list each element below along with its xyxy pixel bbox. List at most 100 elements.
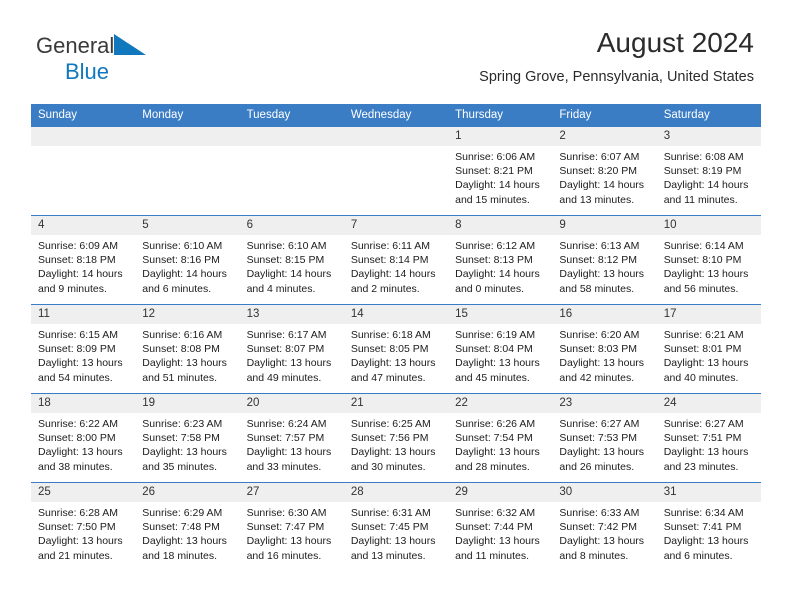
calendar-day-cell[interactable]: 18 Sunrise: 6:22 AM Sunset: 8:00 PM Dayligh… — [31, 393, 136, 483]
daylight-text-line1: Daylight: 14 hours — [38, 268, 123, 281]
day-details: Sunrise: 6:11 AM Sunset: 8:14 PM Daylight:… — [344, 235, 448, 296]
calendar-day-cell[interactable]: 9 Sunrise: 6:13 AM Sunset: 8:12 PM Daylight… — [552, 215, 657, 305]
title-block: August 2024 Spring Grove, Pennsylvania, … — [479, 27, 754, 85]
day-details: Sunrise: 6:10 AM Sunset: 8:16 PM Daylight:… — [135, 235, 239, 296]
calendar-day-cell[interactable]: 17 Sunrise: 6:21 AM Sunset: 8:01 PM Dayligh… — [656, 304, 761, 394]
day-details: Sunrise: 6:25 AM Sunset: 7:56 PM Daylight:… — [344, 413, 448, 474]
day-details: Sunrise: 6:23 AM Sunset: 7:58 PM Daylight:… — [135, 413, 239, 474]
calendar-day-cell[interactable]: 22 Sunrise: 6:26 AM Sunset: 7:54 PM Dayligh… — [448, 393, 553, 483]
sunset-text: Sunset: 8:10 PM — [663, 254, 742, 267]
daylight-text-line1: Daylight: 13 hours — [559, 535, 645, 548]
calendar-day-cell[interactable]: 20 Sunrise: 6:24 AM Sunset: 7:57 PM Dayligh… — [239, 393, 344, 483]
day-number: 8 — [448, 216, 553, 235]
page-subtitle: Spring Grove, Pennsylvania, United State… — [479, 68, 754, 85]
sunset-text: Sunset: 7:58 PM — [142, 432, 220, 445]
daylight-text-line2: and 49 minutes. — [246, 371, 322, 384]
day-details: Sunrise: 6:15 AM Sunset: 8:09 PM Daylight:… — [31, 324, 135, 385]
brand-logo[interactable]: General Blue — [36, 34, 148, 83]
daylight-text-line1: Daylight: 13 hours — [559, 268, 645, 281]
calendar-day-cell[interactable]: 21 Sunrise: 6:25 AM Sunset: 7:56 PM Dayligh… — [343, 393, 449, 483]
calendar-day-cell[interactable]: 7 Sunrise: 6:11 AM Sunset: 8:14 PM Daylight… — [343, 215, 449, 305]
day-number: 22 — [448, 394, 553, 413]
calendar-day-cell[interactable]: 15 Sunrise: 6:19 AM Sunset: 8:04 PM Dayligh… — [448, 304, 553, 394]
sunset-text: Sunset: 7:56 PM — [350, 432, 429, 445]
day-details: Sunrise: 6:32 AM Sunset: 7:44 PM Daylight:… — [448, 502, 552, 563]
day-details: Sunrise: 6:29 AM Sunset: 7:48 PM Daylight:… — [135, 502, 239, 563]
calendar-day-cell[interactable]: 1 Sunrise: 6:06 AM Sunset: 8:21 PM Daylight… — [448, 126, 553, 216]
sunrise-text: Sunrise: 6:07 AM — [559, 151, 640, 163]
calendar-day-cell[interactable]: 31 Sunrise: 6:34 AM Sunset: 7:41 PM Dayligh… — [656, 482, 761, 571]
sunrise-text: Sunrise: 6:32 AM — [455, 507, 536, 519]
calendar-day-cell[interactable]: 24 Sunrise: 6:27 AM Sunset: 7:51 PM Dayligh… — [656, 393, 761, 483]
daylight-text-line1: Daylight: 13 hours — [455, 535, 540, 548]
calendar-day-cell[interactable]: 30 Sunrise: 6:33 AM Sunset: 7:42 PM Dayligh… — [552, 482, 657, 571]
sunset-text: Sunset: 8:09 PM — [38, 343, 116, 356]
day-details: Sunrise: 6:24 AM Sunset: 7:57 PM Daylight:… — [240, 413, 344, 474]
sunrise-text: Sunrise: 6:08 AM — [663, 151, 744, 163]
day-details: Sunrise: 6:09 AM Sunset: 8:18 PM Daylight:… — [31, 235, 135, 296]
daylight-text-line1: Daylight: 14 hours — [663, 179, 749, 192]
day-details: Sunrise: 6:33 AM Sunset: 7:42 PM Daylight:… — [552, 502, 656, 563]
calendar-day-cell[interactable]: 23 Sunrise: 6:27 AM Sunset: 7:53 PM Dayligh… — [552, 393, 657, 483]
daylight-text-line1: Daylight: 13 hours — [663, 357, 749, 370]
weekday-header-tuesday: Tuesday — [239, 104, 344, 127]
logo-text-blue: Blue — [65, 59, 110, 84]
day-number: 2 — [552, 127, 657, 146]
day-number: 1 — [448, 127, 553, 146]
calendar-day-cell[interactable]: 28 Sunrise: 6:31 AM Sunset: 7:45 PM Dayligh… — [343, 482, 449, 571]
calendar-day-cell[interactable]: 19 Sunrise: 6:23 AM Sunset: 7:58 PM Dayligh… — [135, 393, 240, 483]
calendar-day-cell[interactable]: 13 Sunrise: 6:17 AM Sunset: 8:07 PM Dayligh… — [239, 304, 344, 394]
daylight-text-line1: Daylight: 13 hours — [559, 357, 645, 370]
day-number: 24 — [656, 394, 761, 413]
day-number: 31 — [656, 483, 761, 502]
daylight-text-line1: Daylight: 13 hours — [142, 357, 227, 370]
day-number: 10 — [656, 216, 761, 235]
day-details: Sunrise: 6:28 AM Sunset: 7:50 PM Daylight:… — [31, 502, 135, 563]
day-details: Sunrise: 6:16 AM Sunset: 8:08 PM Daylight:… — [135, 324, 239, 385]
calendar-day-cell[interactable]: 8 Sunrise: 6:12 AM Sunset: 8:13 PM Daylight… — [448, 215, 553, 305]
calendar-day-cell[interactable]: 4 Sunrise: 6:09 AM Sunset: 8:18 PM Daylight… — [31, 215, 136, 305]
daylight-text-line1: Daylight: 13 hours — [350, 357, 436, 370]
day-details: Sunrise: 6:27 AM Sunset: 7:53 PM Daylight:… — [552, 413, 656, 474]
weekday-header-sunday: Sunday — [31, 104, 136, 127]
calendar-day-cell[interactable]: 26 Sunrise: 6:29 AM Sunset: 7:48 PM Dayligh… — [135, 482, 240, 571]
sunrise-text: Sunrise: 6:19 AM — [455, 329, 536, 341]
sunset-text: Sunset: 8:08 PM — [142, 343, 220, 356]
daylight-text-line2: and 45 minutes. — [455, 371, 530, 384]
sunset-text: Sunset: 7:48 PM — [142, 521, 220, 534]
daylight-text-line2: and 42 minutes. — [559, 371, 635, 384]
sunrise-text: Sunrise: 6:06 AM — [455, 151, 536, 163]
day-number: 17 — [656, 305, 761, 324]
day-details: Sunrise: 6:08 AM Sunset: 8:19 PM Daylight:… — [657, 146, 761, 207]
sunset-text: Sunset: 8:14 PM — [350, 254, 429, 267]
daylight-text-line2: and 4 minutes. — [246, 282, 316, 295]
calendar-day-cell[interactable]: 29 Sunrise: 6:32 AM Sunset: 7:44 PM Dayligh… — [448, 482, 553, 571]
calendar-day-cell[interactable]: 5 Sunrise: 6:10 AM Sunset: 8:16 PM Daylight… — [135, 215, 240, 305]
day-details: Sunrise: 6:06 AM Sunset: 8:21 PM Daylight:… — [448, 146, 552, 207]
day-details: Sunrise: 6:10 AM Sunset: 8:15 PM Daylight:… — [240, 235, 344, 296]
calendar-day-cell[interactable]: 16 Sunrise: 6:20 AM Sunset: 8:03 PM Dayligh… — [552, 304, 657, 394]
daylight-text-line1: Daylight: 13 hours — [663, 535, 749, 548]
calendar-day-cell[interactable]: 6 Sunrise: 6:10 AM Sunset: 8:15 PM Daylight… — [239, 215, 344, 305]
daylight-text-line2: and 51 minutes. — [142, 371, 217, 384]
sunrise-text: Sunrise: 6:10 AM — [246, 240, 327, 252]
calendar-day-cell[interactable]: 12 Sunrise: 6:16 AM Sunset: 8:08 PM Dayligh… — [135, 304, 240, 394]
day-details: Sunrise: 6:26 AM Sunset: 7:54 PM Daylight:… — [448, 413, 552, 474]
calendar-day-cell[interactable]: 11 Sunrise: 6:15 AM Sunset: 8:09 PM Dayligh… — [31, 304, 136, 394]
sunrise-text: Sunrise: 6:27 AM — [663, 418, 744, 430]
calendar-day-cell[interactable]: 2 Sunrise: 6:07 AM Sunset: 8:20 PM Daylight… — [552, 126, 657, 216]
daylight-text-line2: and 40 minutes. — [663, 371, 739, 384]
daylight-text-line2: and 9 minutes. — [38, 282, 107, 295]
sunrise-text: Sunrise: 6:09 AM — [38, 240, 118, 252]
calendar-day-cell[interactable]: 14 Sunrise: 6:18 AM Sunset: 8:05 PM Dayligh… — [343, 304, 449, 394]
day-details: Sunrise: 6:17 AM Sunset: 8:07 PM Daylight:… — [240, 324, 344, 385]
calendar-week-row: 18 Sunrise: 6:22 AM Sunset: 8:00 PM Dayligh… — [31, 393, 761, 483]
page-header: General Blue August 2024 Spring Grove, P… — [0, 0, 792, 85]
calendar-day-cell[interactable]: 27 Sunrise: 6:30 AM Sunset: 7:47 PM Dayligh… — [239, 482, 344, 571]
day-number: 26 — [135, 483, 240, 502]
calendar-day-cell[interactable]: 3 Sunrise: 6:08 AM Sunset: 8:19 PM Daylight… — [656, 126, 761, 216]
calendar-day-cell[interactable]: 10 Sunrise: 6:14 AM Sunset: 8:10 PM Dayligh… — [656, 215, 761, 305]
sunset-text: Sunset: 7:53 PM — [559, 432, 638, 445]
daylight-text-line1: Daylight: 14 hours — [246, 268, 332, 281]
calendar-day-cell[interactable]: 25 Sunrise: 6:28 AM Sunset: 7:50 PM Dayligh… — [31, 482, 136, 571]
